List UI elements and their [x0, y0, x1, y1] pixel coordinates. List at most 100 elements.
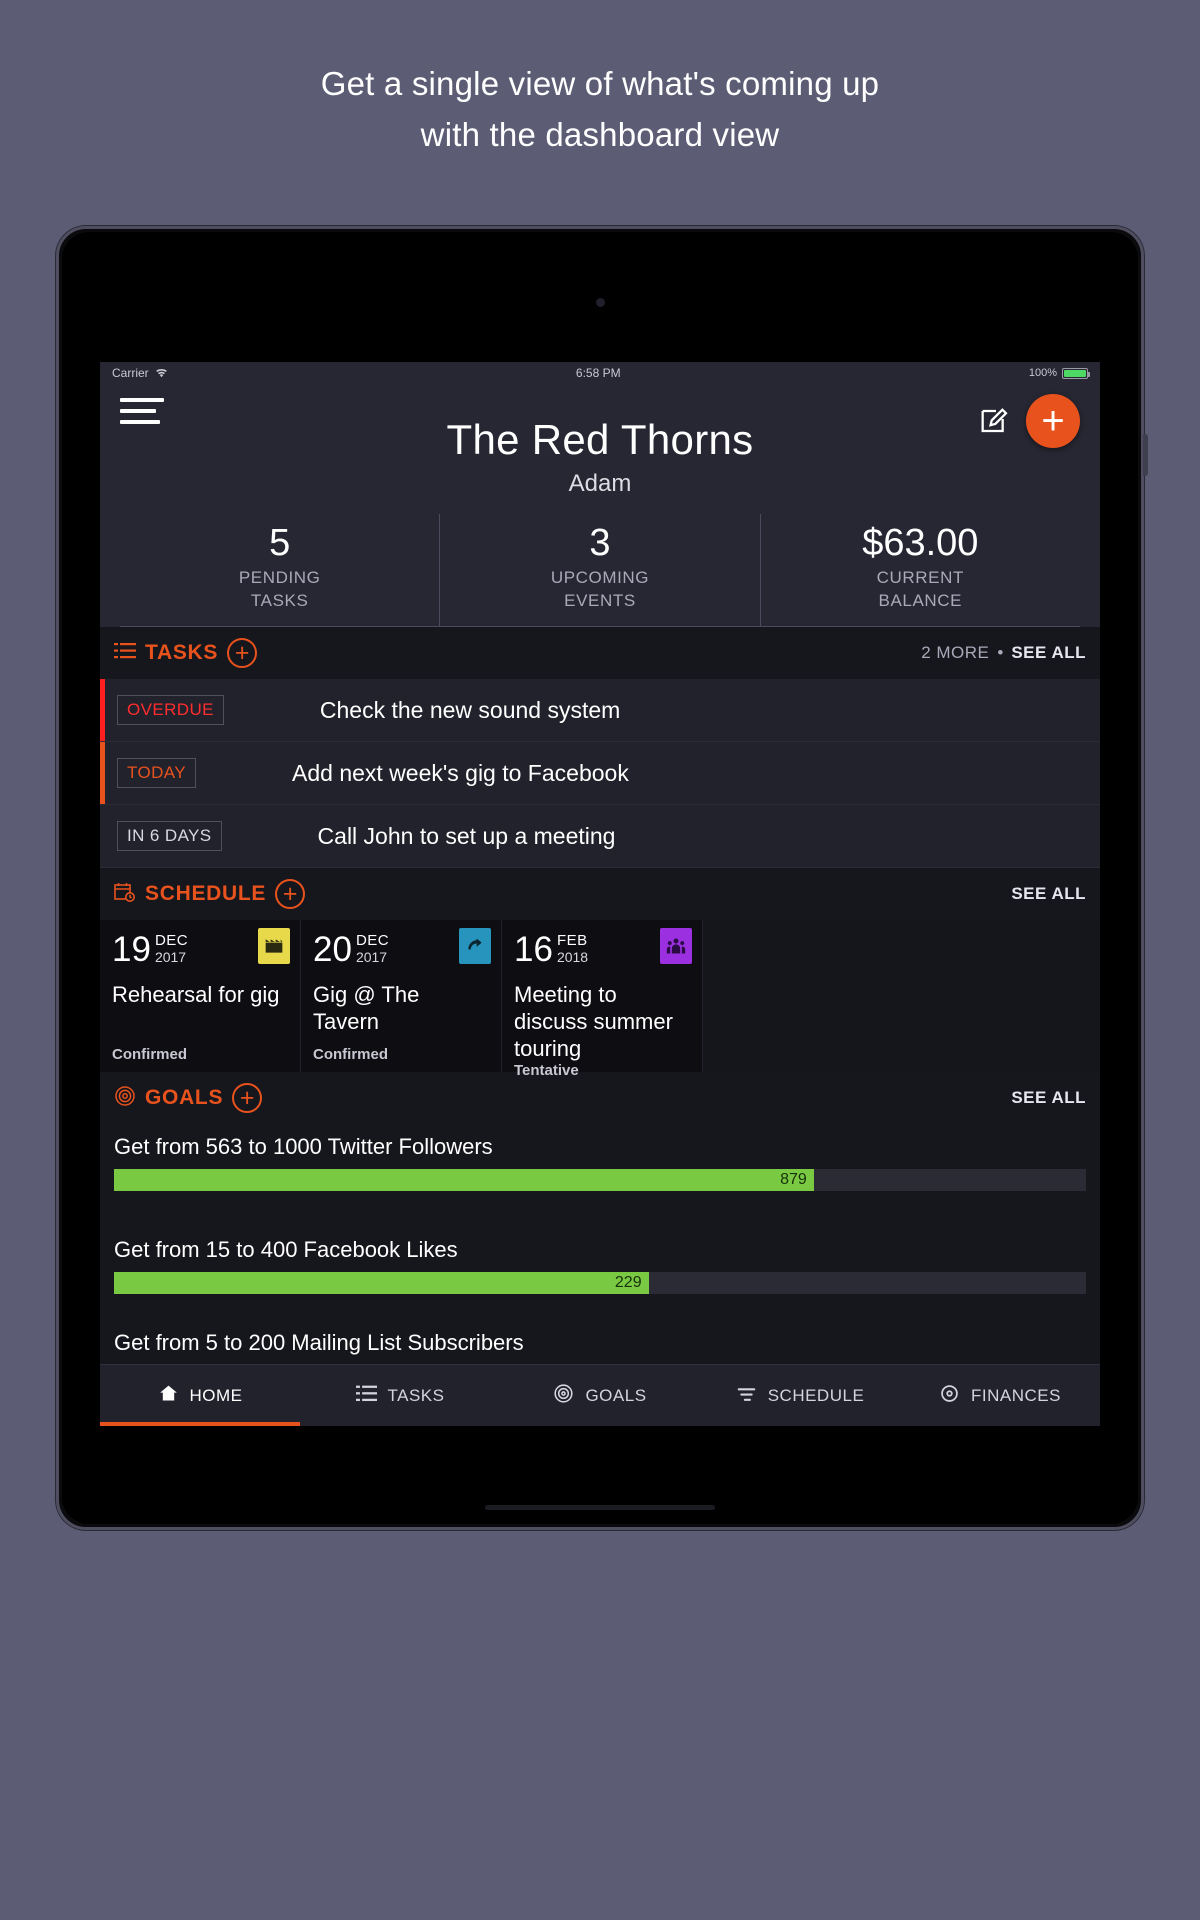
app-header: + The Red Thorns Adam 5 PENDING TASKS 3 …: [100, 384, 1100, 627]
goal-item[interactable]: Get from 563 to 1000 Twitter Followers 8…: [100, 1124, 1100, 1191]
concert-icon: [459, 928, 491, 964]
add-schedule-button[interactable]: +: [275, 879, 306, 909]
tab-home[interactable]: HOME: [100, 1365, 300, 1426]
schedule-month: DEC: [355, 932, 390, 949]
promo-line-2: with the dashboard view: [420, 116, 780, 153]
schedule-section-title: SCHEDULE: [145, 882, 267, 905]
tab-schedule[interactable]: SCHEDULE: [700, 1365, 900, 1426]
task-row[interactable]: OVERDUE Check the new sound system: [100, 679, 1100, 742]
add-task-button[interactable]: +: [227, 638, 258, 668]
edit-pencil-icon[interactable]: [978, 405, 1010, 437]
separator-dot: •: [997, 643, 1004, 662]
add-goal-button[interactable]: +: [232, 1083, 263, 1113]
goal-spacer: [100, 1294, 1100, 1330]
schedule-see-all-link[interactable]: SEE ALL: [1011, 884, 1086, 904]
goal-title: Get from 15 to 400 Facebook Likes: [114, 1237, 458, 1262]
people-icon: [660, 928, 692, 964]
goal-title-clipped: Get from 5 to 200 Mailing List Subscribe…: [114, 1330, 524, 1355]
tasks-see-all-link[interactable]: SEE ALL: [1011, 643, 1086, 663]
device-camera: [596, 298, 605, 307]
stat-pending-tasks[interactable]: 5 PENDING TASKS: [120, 514, 441, 626]
stat-label-line1: UPCOMING: [550, 568, 650, 587]
battery-full-icon: [1062, 367, 1090, 379]
goal-progress-fill: 879: [114, 1169, 814, 1191]
tab-label: HOME: [189, 1385, 243, 1405]
list-icon: [114, 642, 136, 665]
task-status-badge: IN 6 DAYS: [117, 821, 222, 851]
task-priority-stripe: [100, 805, 105, 867]
task-title: Check the new sound system: [319, 696, 621, 723]
schedule-card[interactable]: 16 FEB 2018 Meeting to discuss summer to…: [502, 920, 703, 1079]
tab-label: TASKS: [387, 1385, 445, 1405]
stat-upcoming-events[interactable]: 3 UPCOMING EVENTS: [440, 514, 761, 626]
tasks-header-left: TASKS +: [114, 638, 258, 668]
goals-header-left: GOALS +: [114, 1083, 263, 1113]
schedule-event-name: Meeting to discuss summer touring: [514, 982, 673, 1061]
schedule-year: 2017: [355, 949, 388, 965]
goals-section-header: GOALS + SEE ALL: [100, 1072, 1100, 1124]
task-priority-stripe: [100, 679, 105, 741]
task-status-badge: TODAY: [117, 758, 196, 788]
schedule-header-left: SCHEDULE +: [114, 879, 306, 909]
goals-header-right: SEE ALL: [1011, 1088, 1086, 1108]
goals-see-all-link[interactable]: SEE ALL: [1011, 1088, 1086, 1108]
task-row[interactable]: IN 6 DAYS Call John to set up a meeting: [100, 805, 1100, 868]
schedule-card[interactable]: 19 DEC 2017 Rehearsal for gig Confirmed: [100, 920, 301, 1072]
schedule-card[interactable]: 20 DEC 2017 Gig @ The Tavern Confirmed: [301, 920, 502, 1072]
promo-line-1: Get a single view of what's coming up: [320, 65, 880, 102]
app-screen: Carrier 6:58 PM 100% + The Red Thorns Ad…: [100, 362, 1100, 1426]
task-row[interactable]: TODAY Add next week's gig to Facebook: [100, 742, 1100, 805]
tasks-section-title: TASKS: [145, 641, 219, 664]
status-bar-time: 6:58 PM: [575, 366, 621, 380]
schedule-day: 20: [313, 930, 352, 969]
dashboard-content: TASKS + 2 MORE • SEE ALL OVERDUE Check t…: [100, 627, 1100, 1364]
status-bar: Carrier 6:58 PM 100%: [100, 362, 1100, 384]
target-icon: [114, 1085, 136, 1112]
list-icon: [355, 1383, 377, 1409]
schedule-day: 16: [514, 930, 553, 969]
stat-current-balance[interactable]: $63.00 CURRENT BALANCE: [761, 514, 1080, 626]
stat-label-line2: EVENTS: [564, 591, 636, 610]
stats-row: 5 PENDING TASKS 3 UPCOMING EVENTS $63.00…: [120, 514, 1080, 627]
schedule-year: 2017: [154, 949, 187, 965]
tab-goals[interactable]: GOALS: [500, 1365, 700, 1426]
schedule-event-status: Confirmed: [112, 1046, 187, 1063]
schedule-card-empty-slot[interactable]: [703, 920, 1100, 1072]
schedule-month: DEC: [154, 932, 189, 949]
goal-item[interactable]: Get from 15 to 400 Facebook Likes 229: [100, 1227, 1100, 1294]
tab-tasks[interactable]: TASKS: [300, 1365, 500, 1426]
schedule-year: 2018: [556, 949, 589, 965]
add-new-button[interactable]: +: [1026, 394, 1080, 448]
task-priority-stripe: [100, 742, 105, 804]
task-status-badge: OVERDUE: [117, 695, 224, 725]
stat-label-line1: CURRENT: [876, 568, 964, 587]
sliders-icon: [736, 1383, 757, 1409]
battery-percent-label: 100%: [1028, 367, 1057, 379]
schedule-event-name: Rehearsal for gig: [112, 982, 280, 1007]
stat-label-line2: BALANCE: [878, 591, 963, 610]
goal-progress-track: 879: [114, 1169, 1086, 1191]
tasks-header-right: 2 MORE • SEE ALL: [921, 643, 1086, 663]
device-screen-bezel: Carrier 6:58 PM 100% + The Red Thorns Ad…: [62, 232, 1138, 1524]
home-icon: [158, 1383, 179, 1409]
stat-value: $63.00: [862, 522, 979, 564]
schedule-header-right: SEE ALL: [1011, 884, 1086, 904]
tab-finances[interactable]: FINANCES: [900, 1365, 1100, 1426]
schedule-month: FEB: [556, 932, 588, 949]
task-title: Call John to set up a meeting: [317, 822, 616, 849]
status-bar-left: Carrier: [112, 366, 168, 380]
hamburger-menu-icon[interactable]: [120, 392, 164, 431]
page-title: The Red Thorns: [446, 416, 754, 463]
status-bar-right: 100%: [1028, 367, 1090, 379]
schedule-section-header: SCHEDULE + SEE ALL: [100, 868, 1100, 920]
schedule-event-name: Gig @ The Tavern: [313, 982, 420, 1034]
coin-icon: [939, 1383, 960, 1409]
plus-icon: +: [1041, 399, 1065, 443]
stat-label-line1: PENDING: [238, 568, 321, 587]
tablet-device-frame: Carrier 6:58 PM 100% + The Red Thorns Ad…: [56, 226, 1148, 1530]
target-icon: [553, 1383, 574, 1409]
calendar-clock-icon: [114, 882, 136, 907]
stat-value: 3: [589, 522, 611, 564]
header-actions: +: [978, 392, 1080, 448]
schedule-card-strip: 19 DEC 2017 Rehearsal for gig Confirmed: [100, 920, 1100, 1079]
